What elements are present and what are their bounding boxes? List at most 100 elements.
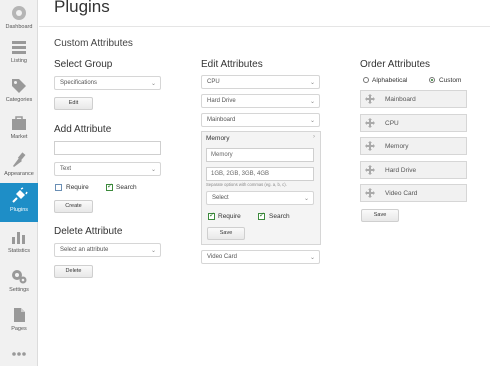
edit-group-button[interactable]: Edit bbox=[54, 97, 93, 110]
sidebar-item-settings[interactable]: Settings bbox=[0, 263, 38, 303]
order-item-label: Video Card bbox=[385, 190, 418, 197]
sidebar-item-appearance[interactable]: Appearance bbox=[0, 147, 38, 187]
header-divider bbox=[39, 26, 490, 27]
page-title: Plugins bbox=[54, 0, 110, 16]
sidebar-item-label: Settings bbox=[9, 287, 29, 293]
market-icon bbox=[12, 116, 26, 130]
edit-attribute-item[interactable]: Mainboard ⌄ bbox=[201, 113, 320, 127]
edit-attribute-label: Mainboard bbox=[207, 117, 236, 123]
chevron-down-icon: ⌄ bbox=[309, 80, 315, 86]
drag-handle-icon[interactable] bbox=[365, 188, 375, 198]
sidebar-item-statistics[interactable]: Statistics bbox=[0, 224, 38, 264]
group-select-value: Specifications bbox=[60, 80, 98, 86]
panel-type-select[interactable]: Select ⌄ bbox=[206, 191, 314, 205]
sidebar-item-market[interactable]: Market bbox=[0, 110, 38, 150]
panel-require-checkbox[interactable] bbox=[208, 211, 215, 220]
panel-title: Memory bbox=[206, 135, 230, 142]
sidebar-item-more[interactable] bbox=[0, 341, 38, 366]
delete-attribute-placeholder: Select an attribute bbox=[60, 247, 109, 253]
panel-type-value: Select bbox=[212, 195, 229, 201]
panel-search-checkbox[interactable] bbox=[258, 211, 265, 220]
drag-handle-icon[interactable] bbox=[365, 118, 375, 128]
order-item[interactable]: Hard Drive bbox=[360, 161, 467, 179]
group-select[interactable]: Specifications ⌄ bbox=[54, 76, 161, 90]
list-icon bbox=[12, 41, 26, 54]
options-hint: Separate options with commas (eg. a, b, … bbox=[206, 182, 287, 187]
sidebar-item-categories[interactable]: Categories bbox=[0, 73, 38, 113]
order-item-label: Hard Drive bbox=[385, 167, 417, 174]
custom-radio[interactable] bbox=[429, 77, 435, 83]
drag-handle-icon[interactable] bbox=[365, 94, 375, 104]
dashboard-icon bbox=[12, 6, 26, 20]
chevron-down-icon: ⌄ bbox=[303, 196, 309, 202]
order-item-label: Memory bbox=[385, 143, 409, 150]
panel-search-label: Search bbox=[269, 213, 290, 220]
plug-icon bbox=[12, 187, 28, 203]
order-item[interactable]: CPU bbox=[360, 114, 467, 132]
drag-handle-icon[interactable] bbox=[365, 141, 375, 151]
sidebar-item-listing[interactable]: Listing bbox=[0, 34, 38, 74]
edit-attribute-label: Video Card bbox=[207, 254, 237, 260]
edit-attribute-item[interactable]: Video Card ⌄ bbox=[201, 250, 320, 264]
edit-attribute-item[interactable]: Hard Drive ⌄ bbox=[201, 94, 320, 108]
chevron-down-icon: ⌄ bbox=[309, 118, 315, 124]
sidebar-item-label: Appearance bbox=[4, 171, 34, 177]
chevron-right-icon[interactable]: › bbox=[313, 134, 315, 140]
save-order-button[interactable]: Save bbox=[361, 209, 399, 222]
chevron-down-icon: ⌄ bbox=[309, 255, 315, 261]
create-attribute-button[interactable]: Create bbox=[54, 200, 93, 213]
search-checkbox[interactable] bbox=[106, 182, 113, 191]
delete-attribute-title: Delete Attribute bbox=[54, 226, 123, 237]
order-item[interactable]: Mainboard bbox=[360, 90, 467, 108]
attribute-name-input[interactable] bbox=[54, 141, 161, 155]
gears-icon bbox=[12, 270, 27, 284]
sidebar-item-label: Plugins bbox=[9, 207, 29, 213]
sidebar-item-pages[interactable]: Pages bbox=[0, 302, 38, 342]
memory-attribute-panel: Memory › Memory 1GB, 2GB, 3GB, 4GB Separ… bbox=[201, 131, 321, 245]
alphabetical-label: Alphabetical bbox=[372, 77, 408, 84]
delete-attribute-select[interactable]: Select an attribute ⌄ bbox=[54, 243, 161, 257]
sidebar-item-label: Statistics bbox=[7, 248, 30, 254]
require-checkbox[interactable] bbox=[55, 184, 62, 191]
edit-attributes-title: Edit Attributes bbox=[201, 59, 263, 70]
brush-icon bbox=[13, 152, 26, 167]
chevron-down-icon: ⌄ bbox=[150, 167, 156, 173]
order-item[interactable]: Memory bbox=[360, 137, 467, 155]
tags-icon bbox=[12, 79, 26, 93]
edit-attribute-item[interactable]: CPU ⌄ bbox=[201, 75, 320, 89]
delete-attribute-button[interactable]: Delete bbox=[54, 265, 93, 278]
add-attribute-title: Add Attribute bbox=[54, 124, 112, 135]
chevron-down-icon: ⌄ bbox=[150, 81, 156, 87]
more-icon bbox=[12, 352, 26, 356]
order-item-label: CPU bbox=[385, 120, 399, 127]
sidebar-item-label: Pages bbox=[11, 326, 27, 332]
search-label: Search bbox=[116, 184, 137, 191]
attribute-type-select[interactable]: Text ⌄ bbox=[54, 162, 161, 176]
edit-attribute-label: CPU bbox=[207, 79, 220, 85]
sidebar-item-label: Categories bbox=[5, 97, 33, 103]
attribute-type-value: Text bbox=[60, 166, 72, 172]
sidebar-item-label: Dashboard bbox=[5, 24, 33, 30]
pages-icon bbox=[14, 308, 25, 322]
require-label: Require bbox=[66, 184, 89, 191]
drag-handle-icon[interactable] bbox=[365, 165, 375, 175]
section-title: Custom Attributes bbox=[54, 38, 133, 49]
custom-label: Custom bbox=[439, 77, 462, 84]
order-item[interactable]: Video Card bbox=[360, 184, 467, 202]
order-item-label: Mainboard bbox=[385, 96, 416, 103]
attribute-name-field[interactable]: Memory bbox=[206, 148, 314, 162]
select-group-title: Select Group bbox=[54, 59, 113, 70]
order-attributes-title: Order Attributes bbox=[360, 59, 431, 70]
sidebar-item-label: Listing bbox=[11, 58, 27, 64]
edit-attribute-label: Hard Drive bbox=[207, 98, 236, 104]
chevron-down-icon: ⌄ bbox=[309, 99, 315, 105]
chevron-down-icon: ⌄ bbox=[150, 248, 156, 254]
sidebar-item-label: Market bbox=[10, 134, 28, 140]
attribute-options-field[interactable]: 1GB, 2GB, 3GB, 4GB bbox=[206, 167, 314, 181]
sidebar-item-plugins[interactable]: Plugins bbox=[0, 183, 38, 222]
bar-chart-icon bbox=[12, 232, 25, 244]
alphabetical-radio[interactable] bbox=[363, 77, 369, 83]
save-attribute-button[interactable]: Save bbox=[207, 227, 245, 240]
panel-require-label: Require bbox=[218, 213, 241, 220]
sidebar: Dashboard Listing Categories Market Appe… bbox=[0, 0, 38, 366]
